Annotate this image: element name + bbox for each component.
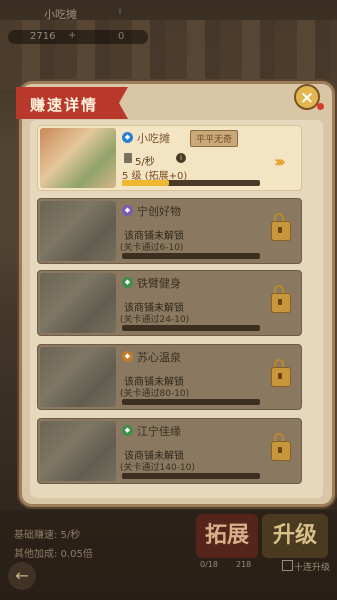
shop-thumbnail <box>40 201 116 261</box>
shop-name: 苏心温泉 <box>137 351 181 364</box>
locked-progress-bar <box>122 473 260 479</box>
upgrade-button[interactable]: 升级 <box>262 514 328 558</box>
shop-card-snack-stall[interactable]: ◆ 小吃摊 平平无奇 5/秒 i 5 级 (拓展+0) ››› <box>37 125 302 191</box>
top-hud: 小吃摊 i 2716 + 0 <box>0 0 337 48</box>
add-coin-button[interactable]: + <box>68 30 76 41</box>
cup-icon <box>124 153 132 163</box>
ten-upgrade-label[interactable]: 十连升级 <box>294 560 330 573</box>
unlock-condition: (关卡通过140-10) <box>120 463 195 473</box>
info-icon[interactable]: i <box>176 153 186 163</box>
lock-keyhole <box>278 447 282 453</box>
level-progress-fill <box>122 180 169 186</box>
lock-keyhole <box>278 373 282 379</box>
shop-name: 宁创好物 <box>137 205 181 218</box>
shop-thumbnail <box>40 128 116 188</box>
shop-card-locked[interactable]: ◆ 苏心温泉 该商铺未解锁 (关卡通过80-10) <box>37 344 302 410</box>
locked-progress-bar <box>122 253 260 259</box>
shop-name: 小吃摊 <box>137 132 170 145</box>
shop-rate: 5/秒 <box>135 157 155 168</box>
lock-keyhole <box>278 299 282 305</box>
shop-thumbnail <box>40 273 116 333</box>
shop-card-locked[interactable]: ◆ 宁创好物 该商铺未解锁 (关卡通过6-10) <box>37 198 302 264</box>
shop-thumbnail <box>40 347 116 407</box>
heart-icon: ◆ <box>122 425 133 436</box>
locked-progress-bar <box>122 325 260 331</box>
expand-cost: 0/18 <box>200 560 218 569</box>
back-button[interactable]: ← <box>8 562 36 590</box>
base-rate-text: 基础赚速: 5/秒 <box>14 530 81 541</box>
shop-card-locked[interactable]: ◆ 江宁佳缘 该商铺未解锁 (关卡通过140-10) <box>37 418 302 484</box>
upgrade-cost: 218 <box>236 560 252 569</box>
bag-icon: ◆ <box>122 132 133 143</box>
unlock-condition: (关卡通过24-10) <box>120 315 190 325</box>
gem-count: 0 <box>118 31 125 42</box>
lock-keyhole <box>278 227 282 233</box>
expand-button[interactable]: 拓展 <box>196 514 258 558</box>
spring-icon: ◆ <box>122 351 133 362</box>
unlock-condition: (关卡通过80-10) <box>120 389 190 399</box>
gift-icon: ◆ <box>122 205 133 216</box>
level-progress-bar <box>122 180 260 186</box>
coin-bar <box>8 30 148 44</box>
coin-count: 2716 <box>30 31 56 42</box>
double-chevron-right-icon[interactable]: ››› <box>274 152 286 171</box>
shop-name: 江宁佳缘 <box>137 425 181 438</box>
panel-title: 赚速详情 <box>30 96 99 114</box>
shop-card-locked[interactable]: ◆ 铁臂健身 该商铺未解锁 (关卡通过24-10) <box>37 270 302 336</box>
notification-dot <box>317 103 324 110</box>
dumbbell-icon: ◆ <box>122 277 133 288</box>
extra-bonus-text: 其他加成: 0.05倍 <box>14 549 93 560</box>
ten-upgrade-checkbox[interactable] <box>282 560 293 571</box>
info-icon[interactable]: i <box>114 6 126 18</box>
shop-thumbnail <box>40 421 116 481</box>
locked-progress-bar <box>122 399 260 405</box>
stall-title: 小吃摊 <box>44 8 77 21</box>
unlock-condition: (关卡通过6-10) <box>120 243 184 253</box>
shop-tag: 平平无奇 <box>190 130 239 147</box>
shop-name: 铁臂健身 <box>137 277 181 290</box>
